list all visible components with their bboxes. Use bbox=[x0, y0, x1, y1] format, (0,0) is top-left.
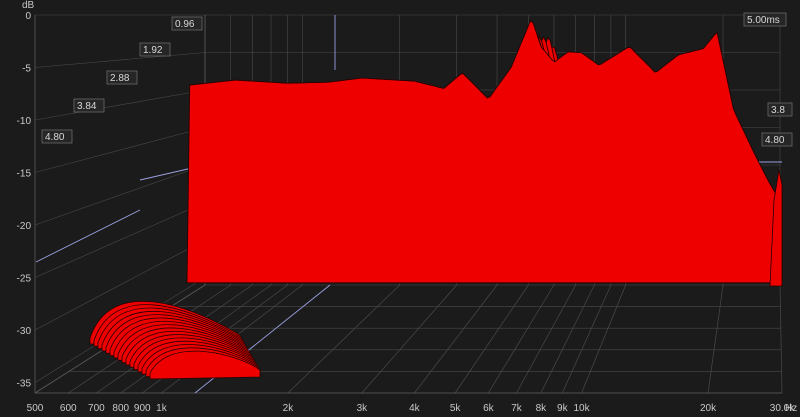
x-tick-label: 900 bbox=[134, 403, 151, 414]
time-tick-label: 1.92 bbox=[143, 45, 163, 56]
x-tick-label: 30.0k bbox=[770, 403, 795, 414]
time-tick-label: 3.8 bbox=[771, 105, 785, 116]
y-tick-label: -5 bbox=[22, 64, 31, 75]
x-tick-label: 7k bbox=[511, 403, 523, 414]
y-tick-label: -30 bbox=[17, 326, 32, 337]
x-tick-label: 6k bbox=[483, 403, 495, 414]
x-tick-label: 9k bbox=[557, 403, 569, 414]
x-tick-label: 600 bbox=[60, 403, 77, 414]
x-tick-label: 10k bbox=[573, 403, 590, 414]
x-tick-label: 700 bbox=[88, 403, 105, 414]
x-tick-label: 3k bbox=[357, 403, 369, 414]
x-tick-label: 1k bbox=[156, 403, 168, 414]
time-tick-label: 4.80 bbox=[45, 132, 65, 143]
y-tick-label: -35 bbox=[17, 379, 32, 390]
y-tick-label: 0 bbox=[25, 11, 31, 22]
time-tick-label: 3.84 bbox=[77, 101, 97, 112]
x-tick-label: 5k bbox=[450, 403, 462, 414]
x-tick-label: 500 bbox=[27, 403, 44, 414]
x-tick-label: 8k bbox=[536, 403, 548, 414]
time-tick-label: 0.96 bbox=[175, 19, 195, 30]
y-axis-unit-label: dB bbox=[22, 0, 35, 11]
x-tick-label: 20k bbox=[700, 403, 717, 414]
x-tick-label: 800 bbox=[112, 403, 129, 414]
time-tick-label: 5.00ms bbox=[747, 15, 780, 26]
y-tick-label: -20 bbox=[17, 221, 32, 232]
y-tick-label: -25 bbox=[17, 274, 32, 285]
time-tick-label: 2.88 bbox=[110, 73, 130, 84]
y-tick-label: -15 bbox=[17, 169, 32, 180]
x-tick-label: 4k bbox=[409, 403, 421, 414]
x-tick-label: 2k bbox=[283, 403, 295, 414]
time-tick-label: 4.80 bbox=[765, 135, 785, 146]
y-tick-label: -10 bbox=[17, 116, 32, 127]
waterfall-chart: dB Hz 500 600 700 800 900 1k 2k 3k 4k 5k 6k 7k 8k 9k 1… bbox=[0, 0, 800, 417]
